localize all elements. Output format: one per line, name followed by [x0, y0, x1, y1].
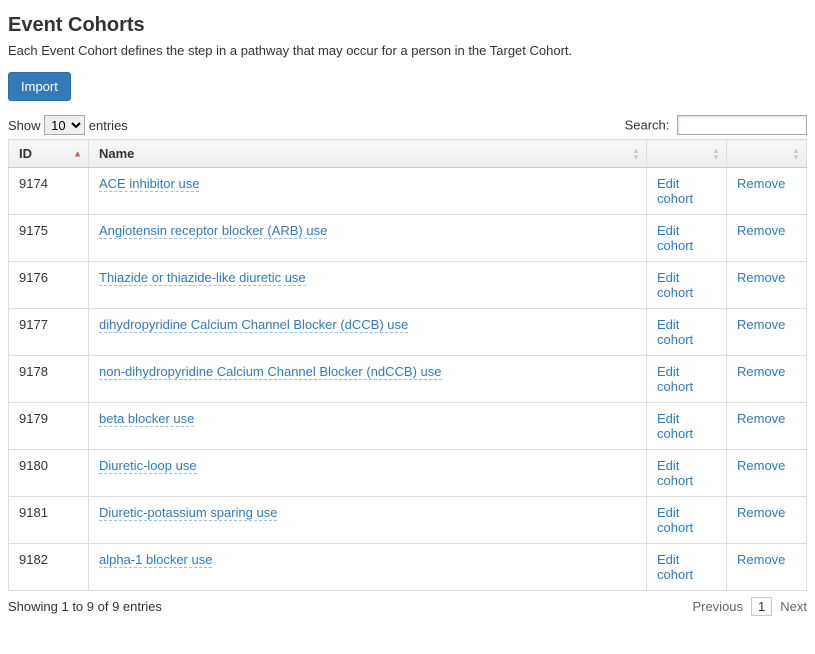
edit-cohort-link[interactable]: Edit cohort: [657, 270, 693, 300]
edit-cohort-link[interactable]: Edit cohort: [657, 505, 693, 535]
cell-remove: Remove: [727, 450, 807, 497]
edit-cohort-link[interactable]: Edit cohort: [657, 458, 693, 488]
cell-edit: Edit cohort: [647, 262, 727, 309]
remove-cohort-link[interactable]: Remove: [737, 223, 785, 238]
remove-cohort-link[interactable]: Remove: [737, 270, 785, 285]
cell-remove: Remove: [727, 309, 807, 356]
cell-id: 9174: [9, 168, 89, 215]
col-header-remove[interactable]: ▲▼: [727, 140, 807, 168]
table-row: 9176 Thiazide or thiazide-like diuretic u…: [9, 262, 807, 309]
table-row: 9182 alpha-1 blocker use Edit cohort Remove: [9, 544, 807, 591]
cell-remove: Remove: [727, 497, 807, 544]
cell-id: 9178: [9, 356, 89, 403]
table-row: 9174 ACE inhibitor use Edit cohort Remove: [9, 168, 807, 215]
sort-icon: ▲▼: [792, 147, 800, 161]
cell-edit: Edit cohort: [647, 450, 727, 497]
search-input[interactable]: [677, 115, 807, 135]
remove-cohort-link[interactable]: Remove: [737, 458, 785, 473]
cell-name: Thiazide or thiazide-like diuretic use: [89, 262, 647, 309]
cell-remove: Remove: [727, 356, 807, 403]
cell-name: Diuretic-loop use: [89, 450, 647, 497]
remove-cohort-link[interactable]: Remove: [737, 176, 785, 191]
page-length-select[interactable]: 10: [44, 115, 85, 135]
cell-edit: Edit cohort: [647, 168, 727, 215]
sort-icon: ▲▼: [632, 147, 640, 161]
cohorts-table: ID ▲ Name ▲▼ ▲▼ ▲▼ 9174: [8, 139, 807, 591]
cohort-link[interactable]: ACE inhibitor use: [99, 176, 199, 192]
cell-name: beta blocker use: [89, 403, 647, 450]
col-header-name-label: Name: [99, 146, 134, 161]
edit-cohort-link[interactable]: Edit cohort: [657, 411, 693, 441]
cell-name: dihydropyridine Calcium Channel Blocker …: [89, 309, 647, 356]
search-control: Search:: [625, 115, 807, 135]
cohort-link[interactable]: beta blocker use: [99, 411, 194, 427]
edit-cohort-link[interactable]: Edit cohort: [657, 364, 693, 394]
page-title: Event Cohorts: [8, 14, 807, 37]
page-length-control: Show 10 entries: [8, 115, 128, 135]
cohort-link[interactable]: non-dihydropyridine Calcium Channel Bloc…: [99, 364, 442, 380]
cohort-link[interactable]: alpha-1 blocker use: [99, 552, 212, 568]
cell-edit: Edit cohort: [647, 215, 727, 262]
remove-cohort-link[interactable]: Remove: [737, 364, 785, 379]
edit-cohort-link[interactable]: Edit cohort: [657, 176, 693, 206]
col-header-name[interactable]: Name ▲▼: [89, 140, 647, 168]
table-row: 9175 Angiotensin receptor blocker (ARB) u…: [9, 215, 807, 262]
col-header-id-label: ID: [19, 146, 32, 161]
import-button[interactable]: Import: [8, 72, 71, 101]
col-header-id[interactable]: ID ▲: [9, 140, 89, 168]
cell-remove: Remove: [727, 544, 807, 591]
cell-edit: Edit cohort: [647, 403, 727, 450]
cohort-link[interactable]: Angiotensin receptor blocker (ARB) use: [99, 223, 327, 239]
prev-page-button[interactable]: Previous: [692, 599, 743, 614]
cell-name: alpha-1 blocker use: [89, 544, 647, 591]
col-header-edit[interactable]: ▲▼: [647, 140, 727, 168]
cell-edit: Edit cohort: [647, 356, 727, 403]
page-description: Each Event Cohort defines the step in a …: [8, 43, 807, 58]
cell-id: 9175: [9, 215, 89, 262]
table-row: 9179 beta blocker use Edit cohort Remove: [9, 403, 807, 450]
page-number-current[interactable]: 1: [751, 597, 772, 616]
cell-id: 9181: [9, 497, 89, 544]
table-row: 9178 non-dihydropyridine Calcium Channel …: [9, 356, 807, 403]
length-suffix: entries: [89, 118, 128, 133]
search-label: Search:: [625, 118, 670, 133]
table-row: 9181 Diuretic-potassium sparing use Edit c…: [9, 497, 807, 544]
cohort-link[interactable]: Thiazide or thiazide-like diuretic use: [99, 270, 306, 286]
cell-name: Diuretic-potassium sparing use: [89, 497, 647, 544]
cell-edit: Edit cohort: [647, 309, 727, 356]
cell-name: ACE inhibitor use: [89, 168, 647, 215]
sort-asc-icon: ▲: [73, 149, 82, 158]
remove-cohort-link[interactable]: Remove: [737, 411, 785, 426]
cell-remove: Remove: [727, 215, 807, 262]
remove-cohort-link[interactable]: Remove: [737, 552, 785, 567]
cohort-link[interactable]: Diuretic-loop use: [99, 458, 197, 474]
cell-remove: Remove: [727, 168, 807, 215]
edit-cohort-link[interactable]: Edit cohort: [657, 317, 693, 347]
remove-cohort-link[interactable]: Remove: [737, 505, 785, 520]
pagination: Previous 1 Next: [692, 597, 807, 616]
edit-cohort-link[interactable]: Edit cohort: [657, 223, 693, 253]
cell-remove: Remove: [727, 403, 807, 450]
cell-id: 9182: [9, 544, 89, 591]
cell-id: 9180: [9, 450, 89, 497]
cell-name: Angiotensin receptor blocker (ARB) use: [89, 215, 647, 262]
cell-edit: Edit cohort: [647, 497, 727, 544]
cell-id: 9177: [9, 309, 89, 356]
table-info: Showing 1 to 9 of 9 entries: [8, 599, 162, 614]
remove-cohort-link[interactable]: Remove: [737, 317, 785, 332]
cohort-link[interactable]: dihydropyridine Calcium Channel Blocker …: [99, 317, 408, 333]
cell-id: 9176: [9, 262, 89, 309]
cell-id: 9179: [9, 403, 89, 450]
cell-edit: Edit cohort: [647, 544, 727, 591]
table-row: 9180 Diuretic-loop use Edit cohort Remove: [9, 450, 807, 497]
edit-cohort-link[interactable]: Edit cohort: [657, 552, 693, 582]
table-row: 9177 dihydropyridine Calcium Channel Bloc…: [9, 309, 807, 356]
next-page-button[interactable]: Next: [780, 599, 807, 614]
cell-remove: Remove: [727, 262, 807, 309]
cell-name: non-dihydropyridine Calcium Channel Bloc…: [89, 356, 647, 403]
cohort-link[interactable]: Diuretic-potassium sparing use: [99, 505, 277, 521]
sort-icon: ▲▼: [712, 147, 720, 161]
length-prefix: Show: [8, 118, 41, 133]
